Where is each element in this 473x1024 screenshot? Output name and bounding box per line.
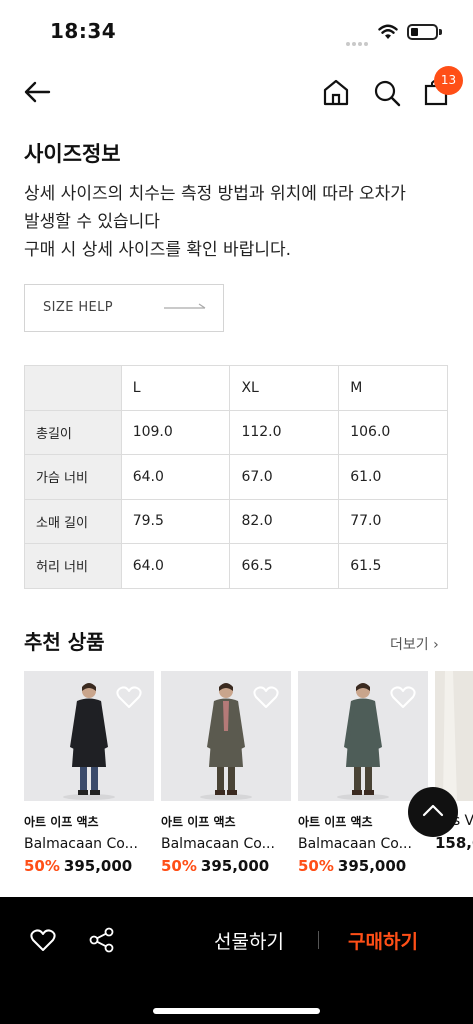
scroll-top-button[interactable] [408,787,458,837]
battery-icon [407,24,442,40]
heart-outline-icon[interactable] [253,685,279,709]
size-value-cell: 112.0 [229,409,340,455]
more-link[interactable]: 더보기 › [390,634,439,654]
product-brand: 아트 이프 액츠 [24,815,99,829]
product-price: 50% 395,000 [298,857,428,875]
size-row-label: 소매 길이 [24,498,122,544]
heart-outline-icon[interactable] [116,685,142,709]
size-table-row: 허리 너비 64.0 66.5 61.5 [24,543,448,589]
size-table-corner-cell [24,365,122,411]
home-button[interactable] [321,76,351,108]
discount-rate: 50% [298,857,334,875]
size-value-cell: 77.0 [338,498,448,544]
chevron-up-icon [422,804,444,817]
bottom-action-bar: 선물하기 구매하기 [0,897,473,1024]
size-table-row: 소매 길이 79.5 82.0 77.0 [24,498,448,544]
size-row-label: 총길이 [24,409,122,455]
product-price: 50% 395,000 [24,857,154,875]
size-value-cell: 66.5 [229,543,340,589]
discount-rate: 50% [24,857,60,875]
product-card[interactable]: 아트 이프 액츠 Balmacaan Co... 50% 395,000 [298,671,428,875]
wifi-icon [378,24,398,39]
size-value-cell: 61.5 [338,543,448,589]
size-desc-line: 상세 사이즈의 치수는 측정 방법과 위치에 따라 오차가 [24,184,406,204]
product-image [435,671,473,801]
size-value-cell: 109.0 [120,409,231,455]
size-desc-line: 구매 시 상세 사이즈를 확인 바랍니다. [24,240,292,260]
status-time: 18:34 [50,19,117,43]
search-icon [374,80,401,107]
back-arrow-icon [24,81,51,103]
product-photo [443,671,457,801]
price-value: 395,000 [63,857,133,875]
size-help-button[interactable]: SIZE HELP [24,284,224,332]
divider [318,931,319,949]
back-button[interactable] [22,76,52,108]
size-desc-line: 발생할 수 있습니다 [24,212,160,232]
size-value-cell: 67.0 [229,454,340,500]
size-value-cell: 106.0 [338,409,448,455]
nav-bar [0,62,473,122]
recommend-title: 추천 상품 [24,630,105,654]
size-value-cell: 82.0 [229,498,340,544]
long-arrow-right-icon [164,303,206,309]
product-image [298,671,428,801]
home-icon [323,79,349,106]
product-card[interactable]: 아트 이프 액츠 Balmacaan Co... 50% 395,000 [161,671,291,875]
size-row-label: 허리 너비 [24,543,122,589]
chevron-right-icon: › [433,637,439,653]
price-value: 395,000 [337,857,407,875]
status-bar: 18:34 [0,0,473,62]
more-link-label: 더보기 [390,637,429,653]
size-info-description: 상세 사이즈의 치수는 측정 방법과 위치에 따라 오차가 발생할 수 있습니다… [24,180,406,264]
size-help-label: SIZE HELP [43,300,114,315]
price-value: 158,0 [435,834,473,852]
size-row-label: 가슴 너비 [24,454,122,500]
signal-icon [346,31,370,46]
price-value: 395,000 [200,857,270,875]
product-name: Balmacaan Co... [161,836,275,852]
size-table-header-row: L XL M [24,365,448,411]
search-button[interactable] [372,76,402,108]
home-indicator [153,1008,320,1014]
heart-outline-icon[interactable] [390,685,416,709]
discount-rate: 50% [161,857,197,875]
share-icon[interactable] [89,927,115,953]
product-price: 50% 395,000 [161,857,291,875]
product-card[interactable]: 아트 이프 액츠 Balmacaan Co... 50% 395,000 [24,671,154,875]
product-image [161,671,291,801]
heart-outline-icon[interactable] [30,928,56,952]
size-value-cell: 64.0 [120,543,231,589]
size-value-cell: 61.0 [338,454,448,500]
size-table-row: 가슴 너비 64.0 67.0 61.0 [24,454,448,500]
gift-button[interactable]: 선물하기 [214,927,284,954]
product-image [24,671,154,801]
size-table: L XL M 총길이 109.0 112.0 106.0 가슴 너비 64.0 … [24,365,448,589]
product-price: 158,0 [435,834,473,852]
size-value-cell: 64.0 [120,454,231,500]
product-brand: 아트 이프 액츠 [161,815,236,829]
buy-button[interactable]: 구매하기 [348,927,418,954]
size-column-header: L [120,365,231,411]
size-table-row: 총길이 109.0 112.0 106.0 [24,409,448,455]
product-name: Balmacaan Co... [298,836,412,852]
product-name: Balmacaan Co... [24,836,138,852]
size-column-header: XL [229,365,340,411]
size-info-title: 사이즈정보 [24,142,121,166]
size-value-cell: 79.5 [120,498,231,544]
size-column-header: M [338,365,448,411]
cart-count-badge: 13 [434,66,463,95]
